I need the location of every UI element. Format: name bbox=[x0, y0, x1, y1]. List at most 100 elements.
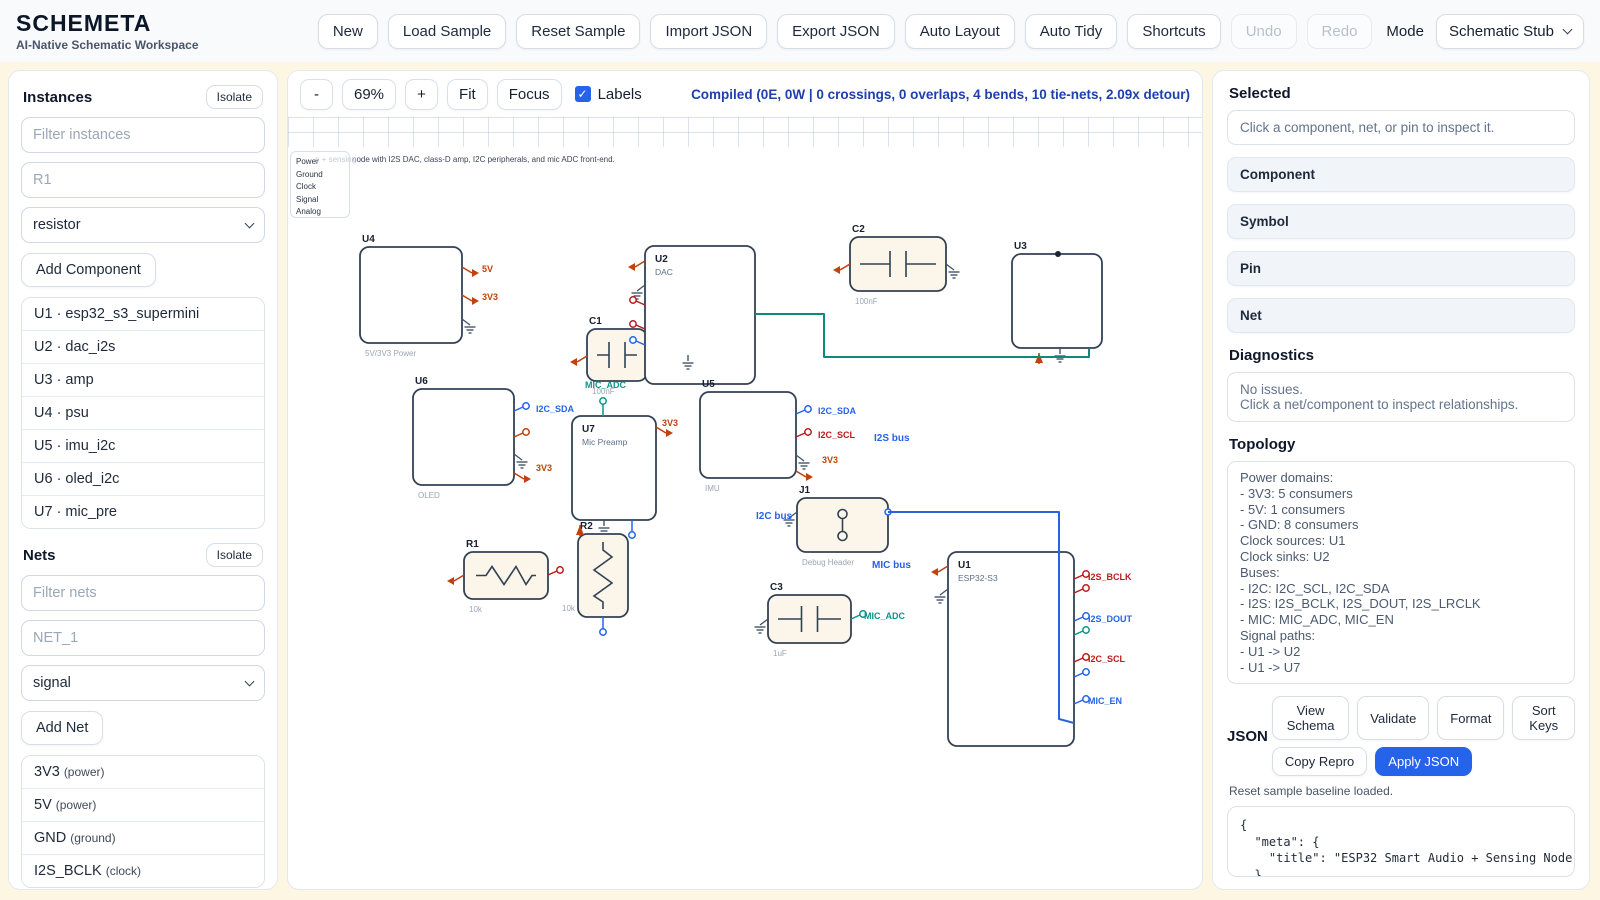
header-button-reset-sample[interactable]: Reset Sample bbox=[516, 14, 640, 49]
svg-text:I2C_SDA: I2C_SDA bbox=[818, 406, 857, 416]
chevron-down-icon bbox=[245, 219, 255, 229]
svg-text:I2C_SCL: I2C_SCL bbox=[1088, 654, 1126, 664]
diagnostics-line: No issues. bbox=[1240, 382, 1562, 397]
component-ref-input[interactable] bbox=[21, 162, 265, 198]
net-kind: (power) bbox=[64, 765, 105, 779]
svg-text:R1: R1 bbox=[466, 539, 479, 550]
component-U2[interactable]: U2DAC bbox=[645, 246, 755, 384]
json-button-copy-repro[interactable]: Copy Repro bbox=[1272, 747, 1367, 776]
inspector-panel: Selected Click a component, net, or pin … bbox=[1212, 70, 1590, 890]
focus-button[interactable]: Focus bbox=[497, 79, 562, 110]
net-item-i2s-bclk[interactable]: I2S_BCLK(clock) bbox=[22, 854, 264, 887]
schematic-drawing[interactable]: U45V/3V3 PowerC1100nFU2DACC2100nFU3U6OLE… bbox=[288, 71, 1166, 857]
fit-button[interactable]: Fit bbox=[447, 79, 488, 110]
instance-item-u6[interactable]: U6 · oled_i2c bbox=[22, 462, 264, 495]
json-button-validate[interactable]: Validate bbox=[1357, 696, 1429, 740]
component-U4[interactable]: U4 5V/3V3 Power bbox=[360, 234, 462, 358]
svg-text:U4: U4 bbox=[362, 234, 375, 245]
svg-text:C2: C2 bbox=[852, 224, 865, 235]
svg-text:I2C_SDA: I2C_SDA bbox=[536, 404, 575, 414]
instance-item-u4[interactable]: U4 · psu bbox=[22, 396, 264, 429]
svg-text:U5: U5 bbox=[702, 379, 715, 390]
topology-line: - I2S: I2S_BCLK, I2S_DOUT, I2S_LRCLK bbox=[1240, 596, 1562, 612]
schematic-canvas[interactable]: - 69% + Fit Focus ✓ Labels Compiled (0E,… bbox=[287, 70, 1203, 890]
chevron-down-icon bbox=[1563, 25, 1573, 35]
json-button-view-schema[interactable]: View Schema bbox=[1272, 696, 1349, 740]
component-U5[interactable]: U5IMU bbox=[700, 379, 796, 493]
header-button-auto-layout[interactable]: Auto Layout bbox=[905, 14, 1015, 49]
json-editor[interactable]: { "meta": { "title": "ESP32 Smart Audio … bbox=[1227, 806, 1575, 877]
nets-filter-input[interactable] bbox=[21, 575, 265, 611]
header-button-auto-tidy[interactable]: Auto Tidy bbox=[1025, 14, 1118, 49]
add-component-button[interactable]: Add Component bbox=[21, 253, 156, 287]
section-header-pin[interactable]: Pin bbox=[1227, 251, 1575, 286]
labels-checkbox[interactable]: ✓ Labels bbox=[575, 86, 642, 103]
nets-isolate-button[interactable]: Isolate bbox=[206, 543, 263, 567]
section-header-symbol[interactable]: Symbol bbox=[1227, 204, 1575, 239]
zoom-in-button[interactable]: + bbox=[405, 79, 438, 110]
topology-line: - U1 -> U2 bbox=[1240, 644, 1562, 660]
net-name-input[interactable] bbox=[21, 620, 265, 656]
header-button-import-json[interactable]: Import JSON bbox=[650, 14, 767, 49]
nets-list: 3V3(power)5V(power)GND(ground)I2S_BCLK(c… bbox=[21, 755, 265, 888]
svg-text:3V3: 3V3 bbox=[822, 455, 838, 465]
selected-hint: Click a component, net, or pin to inspec… bbox=[1227, 110, 1575, 145]
component-R2[interactable]: R210k bbox=[562, 521, 628, 617]
topology-line: - 5V: 1 consumers bbox=[1240, 502, 1562, 518]
app-logo: SCHEMETA bbox=[16, 10, 199, 37]
instance-item-u3[interactable]: U3 · amp bbox=[22, 363, 264, 396]
mode-select-value: Schematic Stub bbox=[1449, 23, 1554, 40]
instances-title: Instances bbox=[23, 89, 92, 106]
json-button-format[interactable]: Format bbox=[1437, 696, 1504, 740]
instance-item-u1[interactable]: U1 · esp32_s3_supermini bbox=[22, 298, 264, 330]
mode-select[interactable]: Schematic Stub bbox=[1436, 14, 1584, 49]
instance-item-u7[interactable]: U7 · mic_pre bbox=[22, 495, 264, 528]
component-R1[interactable]: R110k bbox=[464, 539, 548, 614]
canvas-toolbar: - 69% + Fit Focus ✓ Labels Compiled (0E,… bbox=[288, 71, 1202, 117]
instances-isolate-button[interactable]: Isolate bbox=[206, 85, 263, 109]
zoom-out-button[interactable]: - bbox=[300, 79, 333, 110]
component-U7[interactable]: U7Mic Preamp bbox=[572, 416, 656, 520]
add-net-button[interactable]: Add Net bbox=[21, 711, 103, 745]
topology-line: - 3V3: 5 consumers bbox=[1240, 486, 1562, 502]
json-button-sort-keys[interactable]: Sort Keys bbox=[1512, 696, 1575, 740]
svg-text:5V/3V3 Power: 5V/3V3 Power bbox=[365, 349, 416, 358]
labels-label: Labels bbox=[598, 86, 642, 103]
nets-title: Nets bbox=[23, 547, 56, 564]
svg-text:MIC_ADC: MIC_ADC bbox=[585, 380, 627, 390]
undo-button[interactable]: Undo bbox=[1231, 14, 1297, 49]
apply-json-button[interactable]: Apply JSON bbox=[1375, 747, 1472, 776]
instance-item-u2[interactable]: U2 · dac_i2s bbox=[22, 330, 264, 363]
instance-item-u5[interactable]: U5 · imu_i2c bbox=[22, 429, 264, 462]
svg-text:U7: U7 bbox=[582, 424, 595, 435]
app-tagline: AI-Native Schematic Workspace bbox=[16, 38, 199, 52]
component-C3[interactable]: C31uF bbox=[768, 582, 851, 658]
compile-status: Compiled (0E, 0W | 0 crossings, 0 overla… bbox=[691, 87, 1190, 102]
header-button-new[interactable]: New bbox=[318, 14, 378, 49]
section-header-component[interactable]: Component bbox=[1227, 157, 1575, 192]
header: SCHEMETA AI-Native Schematic Workspace N… bbox=[0, 0, 1600, 62]
component-U3[interactable]: U3 bbox=[1012, 241, 1102, 348]
net-item-5v[interactable]: 5V(power) bbox=[22, 788, 264, 821]
component-U6[interactable]: U6OLED bbox=[413, 376, 514, 500]
instances-filter-input[interactable] bbox=[21, 117, 265, 153]
component-type-select[interactable]: resistor bbox=[21, 207, 265, 243]
json-button-rows: View SchemaValidateFormatSort Keys Copy … bbox=[1272, 696, 1575, 776]
redo-button[interactable]: Redo bbox=[1307, 14, 1373, 49]
header-button-shortcuts[interactable]: Shortcuts bbox=[1127, 14, 1220, 49]
net-kind: (clock) bbox=[106, 864, 141, 878]
zoom-level-button[interactable]: 69% bbox=[342, 79, 396, 110]
net-item-3v3[interactable]: 3V3(power) bbox=[22, 756, 264, 788]
component-U1[interactable]: U1ESP32-S3 bbox=[948, 552, 1074, 746]
component-J1[interactable]: J1Debug Header bbox=[797, 485, 888, 567]
chevron-down-icon bbox=[245, 677, 255, 687]
topology-line: - MIC: MIC_ADC, MIC_EN bbox=[1240, 612, 1562, 628]
header-button-export-json[interactable]: Export JSON bbox=[777, 14, 895, 49]
section-header-net[interactable]: Net bbox=[1227, 298, 1575, 333]
net-item-gnd[interactable]: GND(ground) bbox=[22, 821, 264, 854]
component-type-value: resistor bbox=[33, 217, 81, 233]
component-C2[interactable]: C2100nF bbox=[850, 224, 946, 306]
header-button-load-sample[interactable]: Load Sample bbox=[388, 14, 506, 49]
net-type-select[interactable]: signal bbox=[21, 665, 265, 701]
svg-text:10k: 10k bbox=[562, 604, 576, 613]
